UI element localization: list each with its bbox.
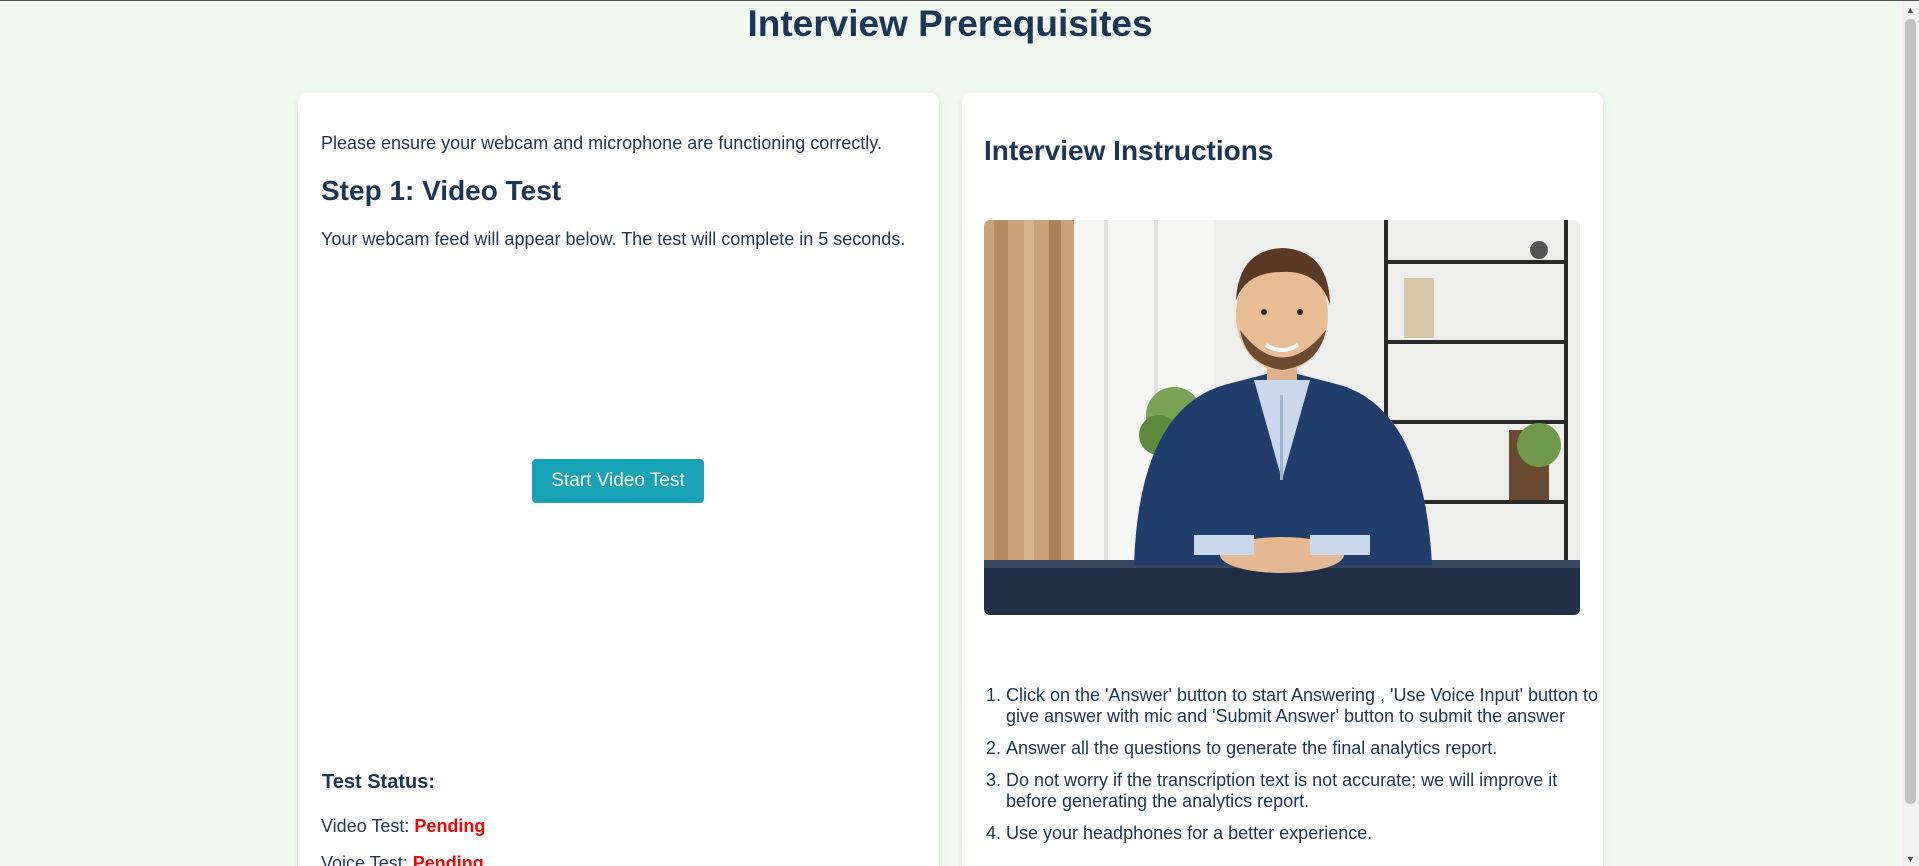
video-test-label: Video Test: (321, 816, 410, 836)
instruction-item: Click on the 'Answer' button to start An… (1006, 685, 1606, 727)
instruction-item: Do not worry if the transcription text i… (1006, 770, 1606, 812)
instructions-title: Interview Instructions (984, 135, 1274, 166)
vertical-scrollbar[interactable]: ▲ ▼ (1902, 1, 1919, 866)
scroll-down-arrow-icon[interactable]: ▼ (1902, 850, 1919, 866)
voice-test-status: Voice Test: Pending (321, 853, 484, 866)
instructions-card: Interview Instructions 1. Click on the '… (962, 93, 1603, 866)
test-status-title: Test Status: (322, 771, 435, 793)
voice-test-label: Voice Test: (321, 853, 408, 866)
voice-test-pending-badge: Pending (412, 853, 484, 866)
intro-text: Please ensure your webcam and microphone… (321, 133, 882, 153)
instruction-item: Use your headphones for a better experie… (1006, 823, 1606, 844)
page: Interview Prerequisites Please ensure yo… (0, 0, 1919, 866)
scrollbar-thumb[interactable] (1905, 19, 1916, 804)
page-title: Interview Prerequisites (747, 3, 1153, 44)
scroll-up-arrow-icon[interactable]: ▲ (1902, 1, 1919, 18)
instruction-item: Answer all the questions to generate the… (1006, 738, 1606, 759)
video-test-status: Video Test: Pending (321, 816, 485, 837)
start-video-test-button[interactable]: Start Video Test (532, 459, 704, 503)
step-description: Your webcam feed will appear below. The … (321, 229, 906, 249)
interviewer-photo (984, 220, 1580, 615)
instructions-list: Click on the 'Answer' button to start An… (984, 685, 1606, 855)
video-test-pending-badge: Pending (414, 816, 486, 836)
prerequisites-card: Please ensure your webcam and microphone… (298, 93, 939, 866)
step-title: Step 1: Video Test (321, 175, 562, 206)
